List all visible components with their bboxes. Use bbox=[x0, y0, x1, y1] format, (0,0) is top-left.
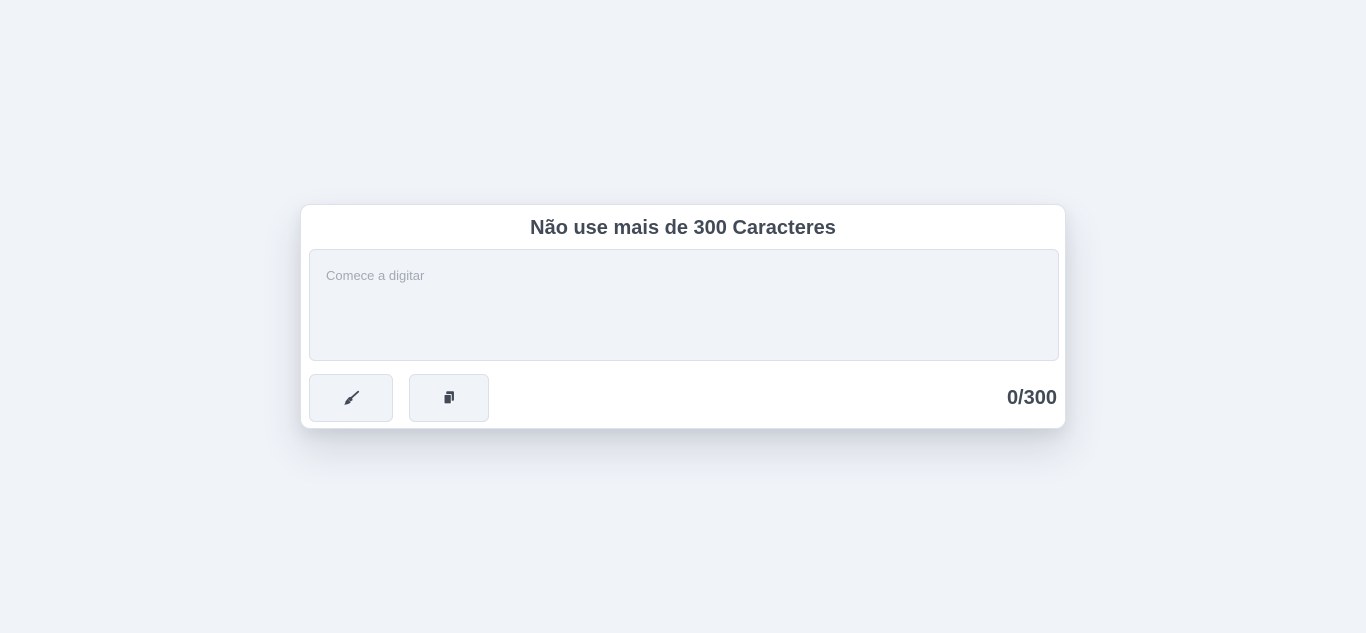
copy-button[interactable] bbox=[409, 374, 489, 422]
broom-icon bbox=[342, 389, 360, 407]
copy-icon bbox=[440, 389, 458, 407]
character-counter: 0/300 bbox=[1006, 387, 1057, 409]
clear-button[interactable] bbox=[309, 374, 393, 422]
character-counter-card: Não use mais de 300 Caracteres 0/300 bbox=[300, 204, 1066, 429]
text-input[interactable] bbox=[309, 249, 1059, 361]
card-title: Não use mais de 300 Caracteres bbox=[530, 217, 836, 239]
